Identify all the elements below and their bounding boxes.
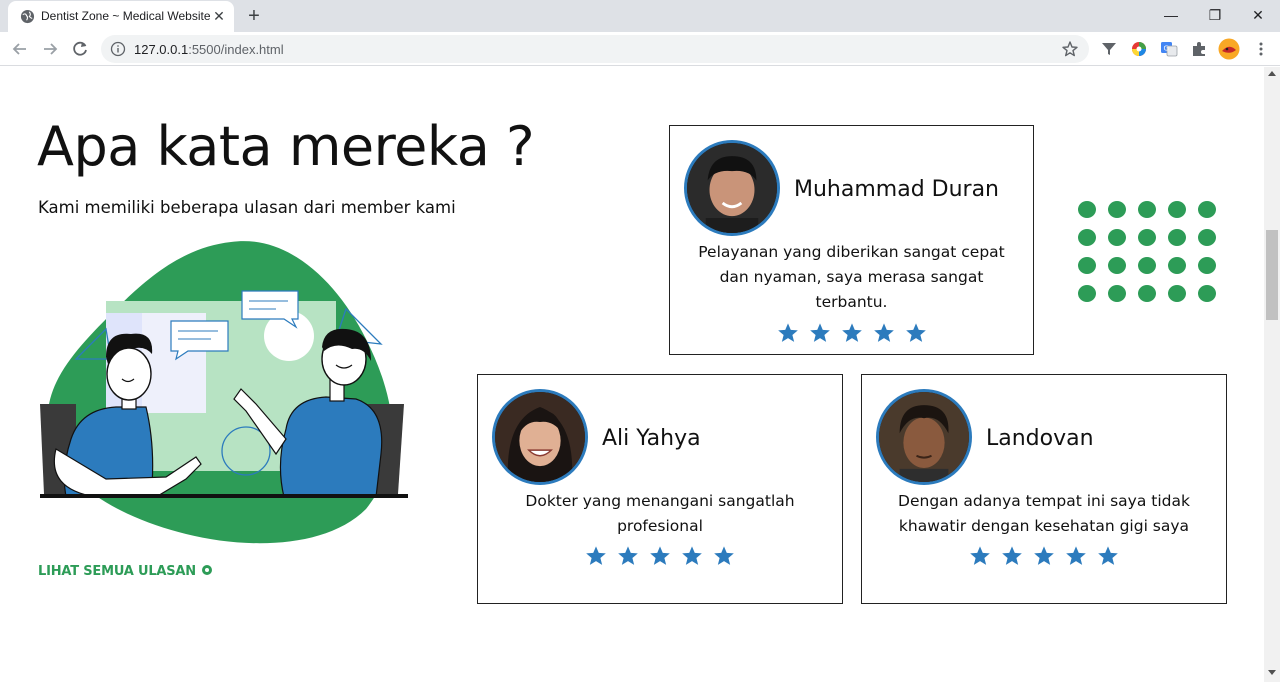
conversation-illustration [40, 241, 408, 544]
star-icon [778, 323, 798, 342]
dot [1108, 257, 1126, 274]
star-icon [1002, 546, 1022, 565]
profile-avatar-icon[interactable] [1218, 38, 1240, 60]
dot [1168, 229, 1186, 246]
dot [1078, 201, 1096, 218]
new-tab-button[interactable]: + [244, 4, 264, 28]
avatar [492, 389, 588, 485]
dot [1078, 229, 1096, 246]
extension-filter-icon[interactable] [1100, 40, 1118, 58]
star-rating [585, 545, 735, 567]
section-subtitle: Kami memiliki beberapa ulasan dari membe… [38, 198, 456, 217]
url-text[interactable]: 127.0.0.1:5500/index.html [134, 42, 284, 57]
star-icon [618, 546, 638, 565]
url-path: :5500/index.html [188, 42, 284, 57]
tab-title: Dentist Zone ~ Medical Website [41, 9, 211, 23]
star-icon [810, 323, 830, 342]
star-rating [969, 545, 1119, 567]
reviewer-name: Ali Yahya [602, 426, 701, 451]
dot [1168, 257, 1186, 274]
scroll-up-icon[interactable] [1268, 71, 1276, 76]
section-title: Apa kata mereka ? [37, 115, 535, 178]
forward-arrow-icon[interactable] [39, 38, 61, 60]
browser-toolbar: 127.0.0.1:5500/index.html G [0, 32, 1280, 66]
address-bar[interactable]: 127.0.0.1:5500/index.html [101, 35, 1089, 63]
star-icon [682, 546, 702, 565]
reviewer-name: Landovan [986, 426, 1094, 451]
review-text: Pelayanan yang diberikan sangat cepat da… [698, 243, 1005, 311]
close-window-button[interactable]: ✕ [1243, 4, 1273, 26]
star-rating [777, 322, 927, 344]
tab-strip: Dentist Zone ~ Medical Website ✕ + — ❐ ✕ [0, 0, 1280, 32]
avatar [876, 389, 972, 485]
reviewer-name: Muhammad Duran [794, 177, 1000, 202]
see-all-label: LIHAT SEMUA ULASAN [38, 564, 196, 579]
review-card: Landovan Dengan adanya tempat ini saya t… [861, 374, 1227, 604]
minimize-button[interactable]: — [1156, 4, 1186, 26]
color-wheel-icon[interactable] [1130, 40, 1148, 58]
browser-tab[interactable]: Dentist Zone ~ Medical Website ✕ [8, 1, 234, 32]
star-icon [874, 323, 894, 342]
close-icon[interactable]: ✕ [210, 7, 228, 25]
dot [1138, 285, 1156, 302]
dot-pattern-decoration [1078, 201, 1216, 302]
menu-dots-icon[interactable] [1252, 40, 1270, 58]
scroll-down-icon[interactable] [1268, 670, 1276, 675]
info-icon[interactable] [110, 41, 126, 57]
puzzle-icon[interactable] [1190, 40, 1208, 58]
see-all-reviews-link[interactable]: LIHAT SEMUA ULASAN [38, 564, 212, 579]
globe-icon [20, 9, 35, 24]
svg-text:G: G [1164, 45, 1169, 53]
dot [1108, 229, 1126, 246]
dot [1198, 201, 1216, 218]
arrow-circle-icon [201, 565, 212, 575]
url-host: 127.0.0.1 [134, 42, 189, 57]
translate-icon[interactable]: G [1160, 40, 1178, 58]
dot [1168, 285, 1186, 302]
star-icon [586, 546, 606, 565]
dot [1138, 257, 1156, 274]
dot [1078, 285, 1096, 302]
restore-button[interactable]: ❐ [1200, 4, 1230, 26]
review-text: Dokter yang menangani sangatlah profesio… [525, 492, 795, 535]
dot [1138, 229, 1156, 246]
review-card: Ali Yahya Dokter yang menangani sangatla… [477, 374, 843, 604]
page-scrollbar[interactable] [1264, 67, 1280, 682]
review-text: Dengan adanya tempat ini saya tidak khaw… [898, 492, 1190, 535]
avatar [684, 140, 780, 236]
review-card: Muhammad Duran Pelayanan yang diberikan … [669, 125, 1034, 355]
dot [1168, 201, 1186, 218]
reload-icon[interactable] [69, 38, 91, 60]
dot [1138, 201, 1156, 218]
star-icon [650, 546, 670, 565]
star-icon [906, 323, 926, 342]
star-icon [1098, 546, 1118, 565]
star-icon [1034, 546, 1054, 565]
bookmark-star-icon[interactable] [1061, 40, 1079, 58]
star-icon [970, 546, 990, 565]
star-icon [842, 323, 862, 342]
dot [1078, 257, 1096, 274]
star-icon [714, 546, 734, 565]
dot [1108, 201, 1126, 218]
dot [1198, 229, 1216, 246]
star-icon [1066, 546, 1086, 565]
dot [1108, 285, 1126, 302]
scroll-thumb[interactable] [1266, 230, 1278, 320]
dot [1198, 257, 1216, 274]
testimonials-section: Apa kata mereka ? Kami memiliki beberapa… [0, 67, 1264, 682]
dot [1198, 285, 1216, 302]
back-arrow-icon[interactable] [9, 38, 31, 60]
